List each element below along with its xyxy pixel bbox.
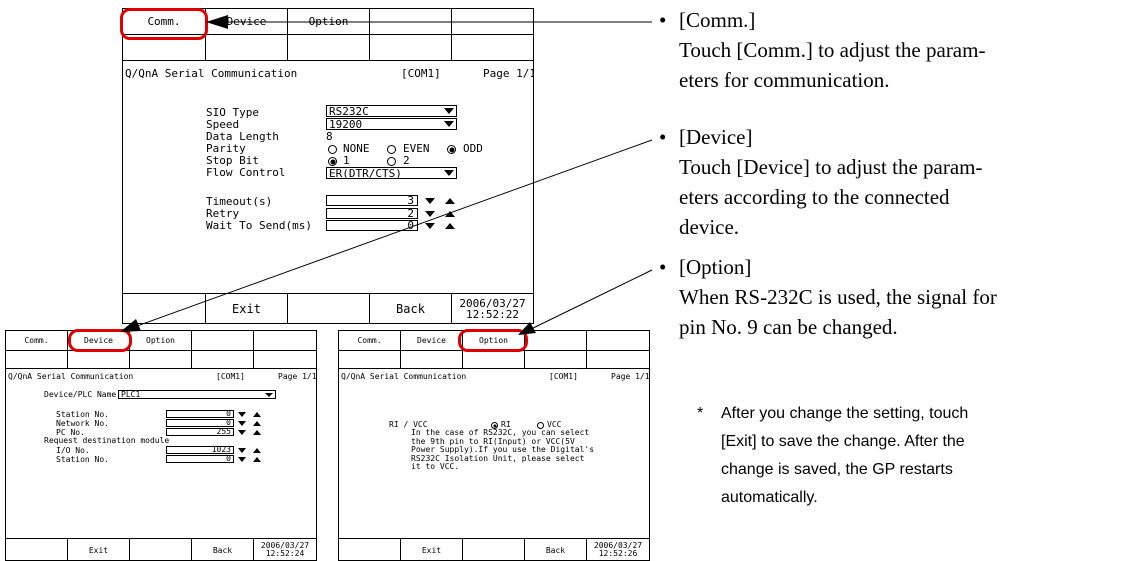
comm-annotation-title: [Comm.]	[679, 8, 756, 32]
option-annotation-text: When RS-232C is used, the signal for pin…	[679, 285, 997, 339]
note-text: After you change the setting, touch [Exi…	[721, 405, 969, 506]
device-arrow-icon	[120, 319, 141, 332]
note-mark: *	[697, 405, 704, 422]
option-bullet: •	[659, 255, 667, 279]
comm-bullet: •	[659, 8, 667, 32]
option-callout-line	[524, 269, 653, 333]
device-annotation-title: [Device]	[679, 125, 753, 149]
comm-arrow-icon	[206, 15, 228, 29]
device-callout-line	[125, 139, 653, 331]
option-annotation-title: [Option]	[679, 255, 752, 279]
option-arrow-icon	[518, 322, 536, 335]
comm-annotation-text: Touch [Comm.] to adjust the param- eters…	[679, 38, 986, 92]
device-annotation-text: Touch [Device] to adjust the param- eter…	[679, 155, 983, 239]
device-bullet: •	[659, 125, 667, 149]
